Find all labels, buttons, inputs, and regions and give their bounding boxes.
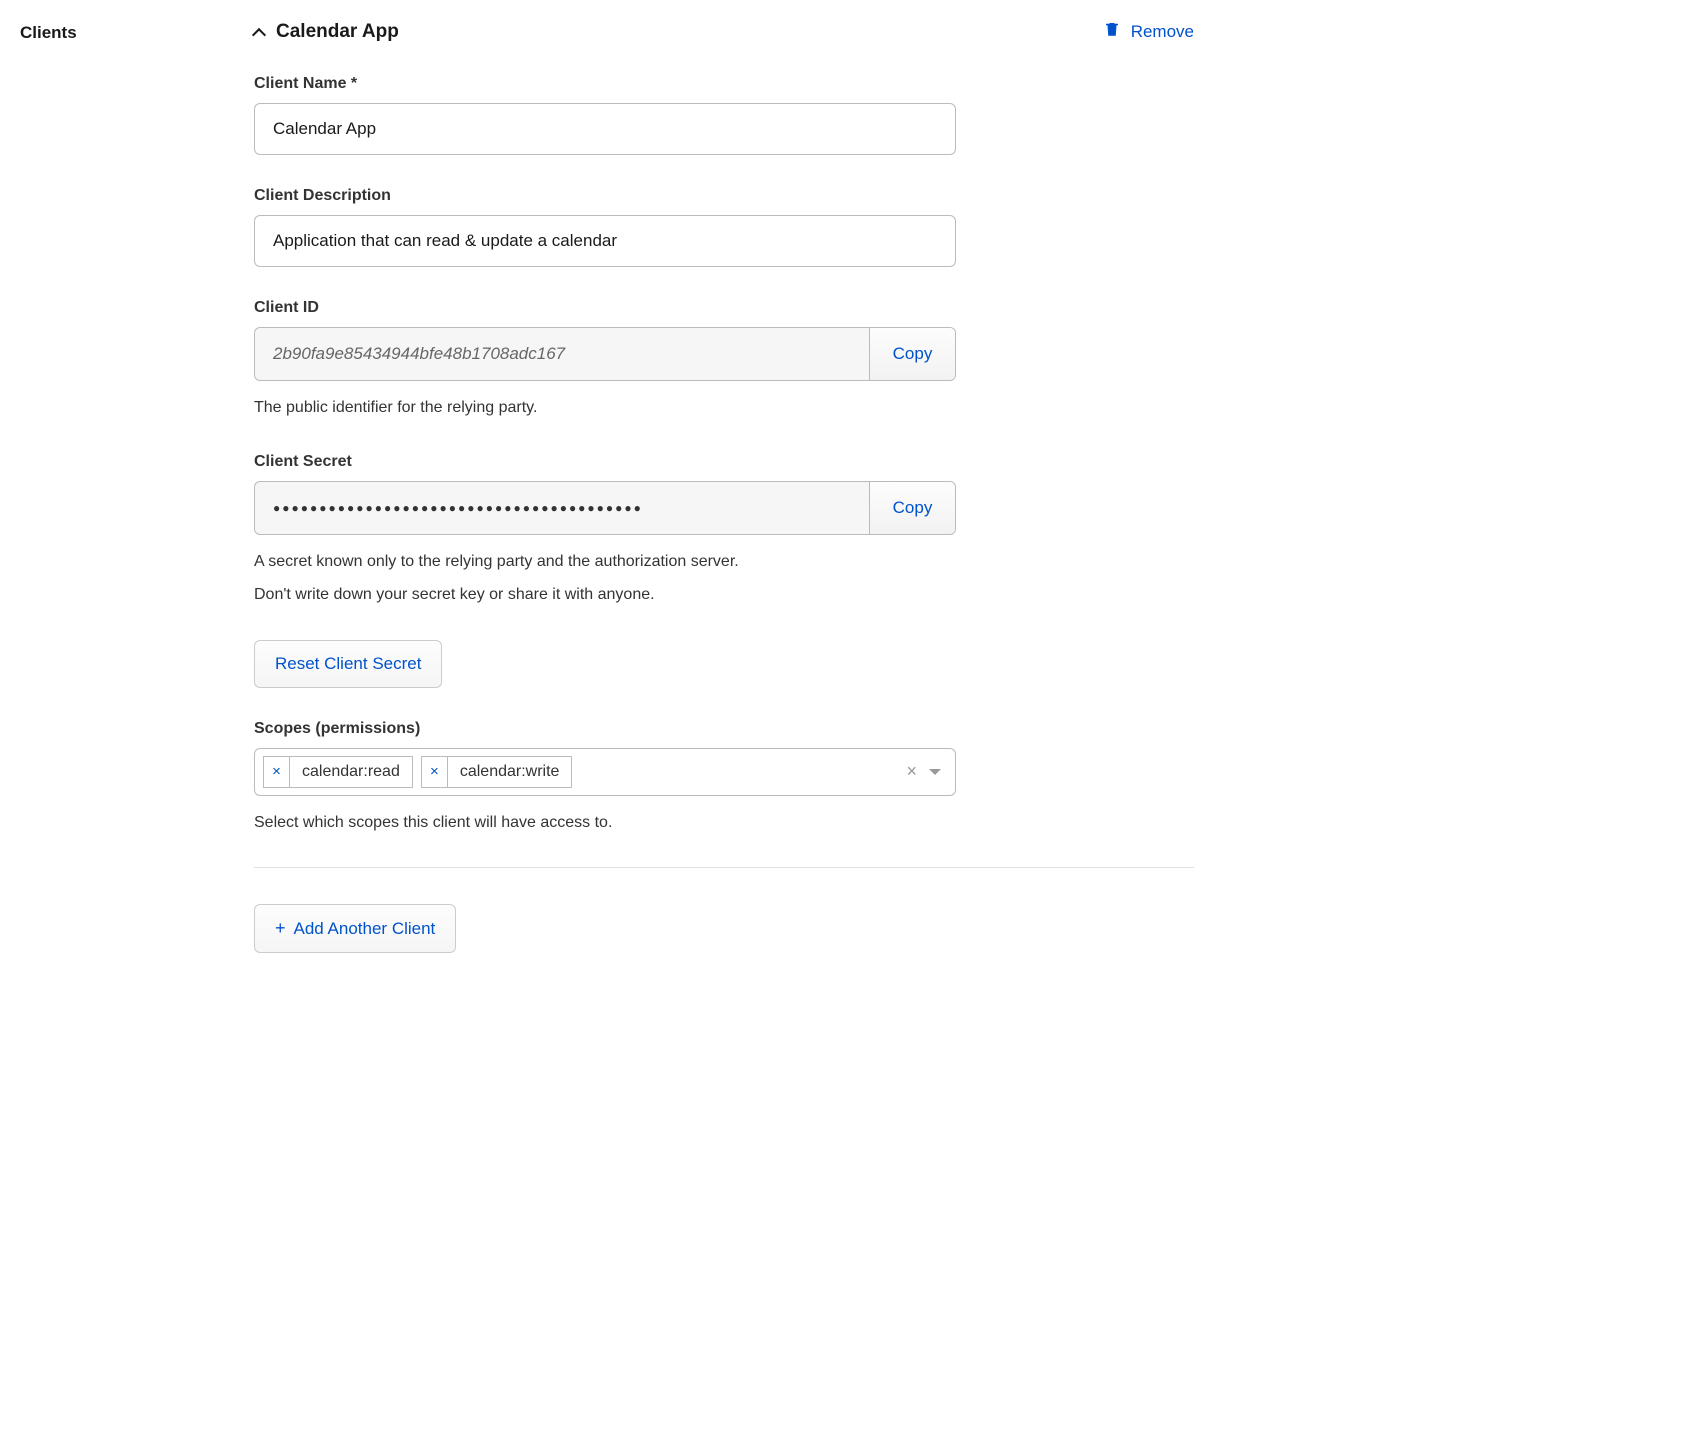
client-id-help: The public identifier for the relying pa…: [254, 395, 956, 421]
remove-scope-icon[interactable]: ×: [264, 757, 290, 787]
client-id-group: Client ID 2b90fa9e85434944bfe48b1708adc1…: [254, 299, 956, 421]
scope-tag: × calendar:write: [421, 756, 573, 788]
divider: [254, 867, 1194, 868]
client-id-label: Client ID: [254, 299, 956, 317]
scopes-tags: × calendar:read × calendar:write: [263, 756, 898, 788]
client-name-input[interactable]: [254, 103, 956, 155]
chevron-up-icon: [254, 26, 266, 38]
add-another-client-button[interactable]: + Add Another Client: [254, 904, 456, 953]
plus-icon: +: [275, 918, 286, 939]
trash-icon: [1103, 20, 1121, 43]
client-description-group: Client Description: [254, 187, 956, 267]
sidebar: Clients: [20, 20, 230, 953]
remove-label: Remove: [1131, 22, 1194, 42]
client-secret-value: ●●●●●●●●●●●●●●●●●●●●●●●●●●●●●●●●●●●●●●●●: [255, 482, 869, 534]
scope-tag-label: calendar:write: [448, 757, 572, 787]
copy-client-id-button[interactable]: Copy: [869, 328, 955, 380]
scope-tag-label: calendar:read: [290, 757, 412, 787]
add-another-client-label: Add Another Client: [294, 919, 436, 939]
remove-button[interactable]: Remove: [1103, 20, 1194, 43]
remove-scope-icon[interactable]: ×: [422, 757, 448, 787]
clear-scopes-icon[interactable]: ×: [906, 761, 917, 782]
reset-client-secret-button[interactable]: Reset Client Secret: [254, 640, 442, 688]
copy-client-secret-button[interactable]: Copy: [869, 482, 955, 534]
main-content: Calendar App Remove Client Name * Client…: [254, 20, 1194, 953]
client-id-value: 2b90fa9e85434944bfe48b1708adc167: [255, 328, 869, 380]
scopes-label: Scopes (permissions): [254, 720, 956, 738]
reset-secret-group: Reset Client Secret: [254, 640, 956, 688]
sidebar-clients-label: Clients: [20, 23, 230, 43]
client-name-group: Client Name *: [254, 75, 956, 155]
collapse-toggle[interactable]: Calendar App: [254, 21, 399, 43]
client-id-row: 2b90fa9e85434944bfe48b1708adc167 Copy: [254, 327, 956, 381]
caret-down-icon[interactable]: [929, 769, 941, 775]
client-secret-help-1: A secret known only to the relying party…: [254, 549, 956, 575]
scopes-help: Select which scopes this client will hav…: [254, 810, 956, 836]
client-description-input[interactable]: [254, 215, 956, 267]
section-title: Calendar App: [276, 21, 399, 43]
scopes-group: Scopes (permissions) × calendar:read × c…: [254, 720, 956, 836]
scopes-select[interactable]: × calendar:read × calendar:write ×: [254, 748, 956, 796]
client-secret-row: ●●●●●●●●●●●●●●●●●●●●●●●●●●●●●●●●●●●●●●●●…: [254, 481, 956, 535]
section-header: Calendar App Remove: [254, 20, 1194, 43]
client-secret-label: Client Secret: [254, 453, 956, 471]
client-secret-help-2: Don't write down your secret key or shar…: [254, 582, 956, 608]
scopes-controls: ×: [906, 761, 947, 782]
client-name-label: Client Name *: [254, 75, 956, 93]
client-secret-group: Client Secret ●●●●●●●●●●●●●●●●●●●●●●●●●●…: [254, 453, 956, 608]
scope-tag: × calendar:read: [263, 756, 413, 788]
client-description-label: Client Description: [254, 187, 956, 205]
